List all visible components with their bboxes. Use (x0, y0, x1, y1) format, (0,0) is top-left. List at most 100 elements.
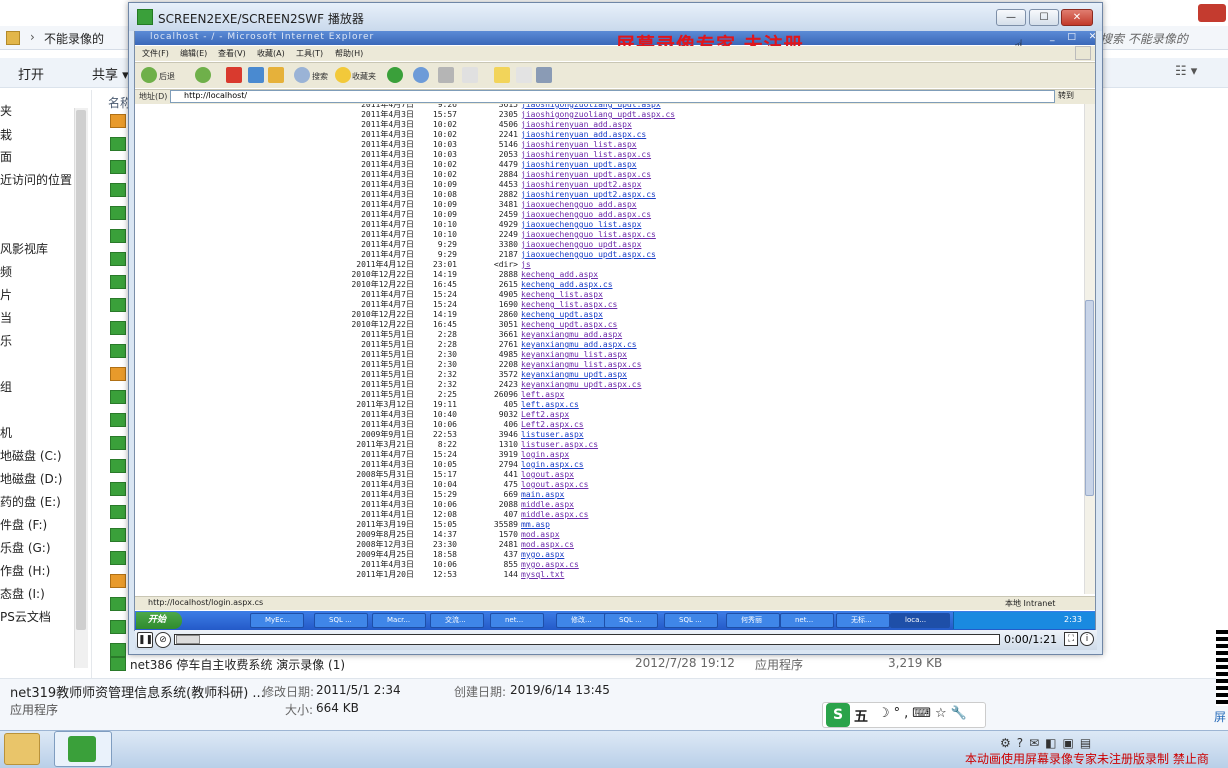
open-button[interactable]: 打开 (18, 64, 44, 83)
info-button[interactable]: i (1080, 632, 1094, 646)
media-icon[interactable] (387, 67, 403, 83)
favorites-label[interactable]: 收藏夹 (352, 71, 376, 82)
breadcrumb[interactable]: 不能录像的 (44, 30, 104, 47)
file-link[interactable]: login.aspx.cs (521, 460, 584, 470)
menu-file[interactable]: 文件(F) (142, 48, 169, 59)
xp-task-button[interactable]: 修改... (556, 613, 610, 628)
menu-edit[interactable]: 编辑(E) (180, 48, 207, 59)
sidebar-item[interactable]: 风影视库 (0, 240, 48, 257)
back-label[interactable]: 后退 (159, 71, 175, 82)
sidebar-item[interactable]: 态盘 (I:) (0, 585, 45, 602)
edit-icon[interactable] (462, 67, 478, 83)
sidebar-item[interactable]: PS云文档 (0, 608, 51, 625)
sidebar-item[interactable]: 地磁盘 (D:) (0, 470, 62, 487)
sidebar-item[interactable]: 作盘 (H:) (0, 562, 50, 579)
research-icon[interactable] (536, 67, 552, 83)
file-link[interactable]: mod.aspx (521, 530, 560, 540)
xp-task-button[interactable]: 无标... (836, 613, 890, 628)
seek-bar[interactable] (174, 634, 1000, 645)
ime-tools-icons[interactable]: ☽°,⌨☆🔧 (878, 706, 971, 721)
xp-task-button[interactable]: net... (490, 613, 544, 628)
file-link[interactable]: listuser.aspx.cs (521, 440, 598, 450)
xp-task-button[interactable]: 交流... (430, 613, 484, 628)
xp-task-button[interactable]: 何秀丽 (726, 613, 780, 628)
start-button[interactable]: 开始 (136, 612, 182, 629)
file-link[interactable]: jiaoshirenyuan_list.aspx.cs (521, 150, 651, 160)
sidebar-item[interactable]: 面 (0, 148, 12, 165)
close-icon[interactable] (1198, 4, 1226, 22)
file-link[interactable]: jiaoshirenyuan_updt.aspx.cs (521, 170, 651, 180)
pause-button[interactable]: ❚❚ (137, 632, 153, 648)
file-link[interactable]: jiaoshigongzuoliang_updt.aspx.cs (521, 110, 675, 120)
file-link[interactable]: keyanxiangmu_add.aspx (521, 330, 622, 340)
xp-task-button[interactable]: SQL ... (604, 613, 658, 628)
sidebar-item[interactable]: 乐 (0, 332, 12, 349)
file-link[interactable]: logout.aspx (521, 470, 574, 480)
menu-view[interactable]: 查看(V) (218, 48, 246, 59)
fullscreen-button[interactable]: ⛶ (1064, 632, 1078, 646)
xp-task-button[interactable]: MyEc... (250, 613, 304, 628)
nav-scrollbar-thumb[interactable] (76, 110, 86, 630)
file-link[interactable]: jiaoshirenyuan_updt2.aspx (521, 180, 641, 190)
folder-icon[interactable] (494, 67, 510, 83)
file-link[interactable]: Left2.aspx (521, 410, 569, 420)
file-link[interactable]: jiaoshirenyuan_updt2.aspx.cs (521, 190, 656, 200)
mail-icon[interactable] (413, 67, 429, 83)
sidebar-item[interactable]: 片 (0, 286, 12, 303)
taskbar-explorer-icon[interactable] (4, 733, 40, 765)
file-link[interactable]: mygo.aspx (521, 550, 564, 560)
file-link[interactable]: keyanxiangmu_updt.aspx (521, 370, 627, 380)
sidebar-item[interactable]: 地磁盘 (C:) (0, 447, 62, 464)
address-value[interactable]: http://localhost/ (184, 91, 247, 100)
maximize-button[interactable]: ☐ (1029, 9, 1059, 26)
file-link[interactable]: listuser.aspx (521, 430, 584, 440)
xp-task-button[interactable]: SQL ... (314, 613, 368, 628)
ie-scrollbar-thumb[interactable] (1085, 300, 1094, 496)
sidebar-item[interactable]: 乐盘 (G:) (0, 539, 51, 556)
menu-help[interactable]: 帮助(H) (335, 48, 363, 59)
file-link[interactable]: keyanxiangmu_list.aspx.cs (521, 360, 641, 370)
stop-button[interactable]: ⊘ (155, 632, 171, 648)
file-link[interactable]: jiaoxuechengguo_updt.aspx (521, 240, 641, 250)
file-link[interactable]: mygo.aspx.cs (521, 560, 579, 570)
file-link[interactable]: middle.aspx.cs (521, 510, 588, 520)
ie-window-buttons[interactable]: _ □ ✕ (1050, 32, 1101, 42)
favorites-star-icon[interactable] (335, 67, 351, 83)
close-button[interactable]: ✕ (1061, 9, 1093, 26)
sidebar-item[interactable]: 近访问的位置 (0, 171, 72, 188)
file-link[interactable]: keyanxiangmu_list.aspx (521, 350, 627, 360)
sidebar-item[interactable]: 频 (0, 263, 12, 280)
file-link[interactable]: left.aspx.cs (521, 400, 579, 410)
file-link[interactable]: main.aspx (521, 490, 564, 500)
file-link[interactable]: kecheng_add.aspx (521, 270, 598, 280)
file-link[interactable]: login.aspx (521, 450, 569, 460)
minimize-button[interactable]: — (996, 9, 1026, 26)
xp-task-button[interactable]: net... (780, 613, 834, 628)
go-button[interactable]: 转到 (1058, 90, 1092, 103)
discuss-icon[interactable] (516, 67, 532, 83)
sidebar-item[interactable]: 件盘 (F:) (0, 516, 47, 533)
view-options-button[interactable]: ☷ ▾ (1175, 64, 1197, 79)
print-icon[interactable] (438, 67, 454, 83)
file-link[interactable]: jiaoshirenyuan_list.aspx (521, 140, 637, 150)
sidebar-item[interactable]: 夹 (0, 102, 12, 119)
xp-task-button[interactable]: SQL ... (664, 613, 718, 628)
stop-icon[interactable] (226, 67, 242, 83)
file-link[interactable]: left.aspx (521, 390, 564, 400)
xp-task-button[interactable]: loca... (890, 613, 950, 628)
file-link[interactable]: keyanxiangmu_updt.aspx.cs (521, 380, 641, 390)
xp-task-button[interactable]: Macr... (372, 613, 426, 628)
sidebar-item[interactable]: 当 (0, 309, 12, 326)
file-link[interactable]: jiaoxuechengguo_list.aspx.cs (521, 230, 656, 240)
file-link[interactable]: keyanxiangmu_add.aspx.cs (521, 340, 637, 350)
file-link[interactable]: jiaoxuechengguo_add.aspx (521, 200, 637, 210)
sidebar-item[interactable]: 栽 (0, 126, 12, 143)
sidebar-item[interactable]: 药的盘 (E:) (0, 493, 61, 510)
file-link[interactable]: logout.aspx.cs (521, 480, 588, 490)
sidebar-item[interactable]: 机 (0, 424, 12, 441)
file-link[interactable]: mod.aspx.cs (521, 540, 574, 550)
search-icon[interactable] (294, 67, 310, 83)
file-link[interactable]: mm.asp (521, 520, 550, 530)
file-name[interactable]: net386 停车自主收费系统 演示录像 (1) (130, 656, 345, 673)
sidebar-item[interactable]: 组 (0, 378, 12, 395)
